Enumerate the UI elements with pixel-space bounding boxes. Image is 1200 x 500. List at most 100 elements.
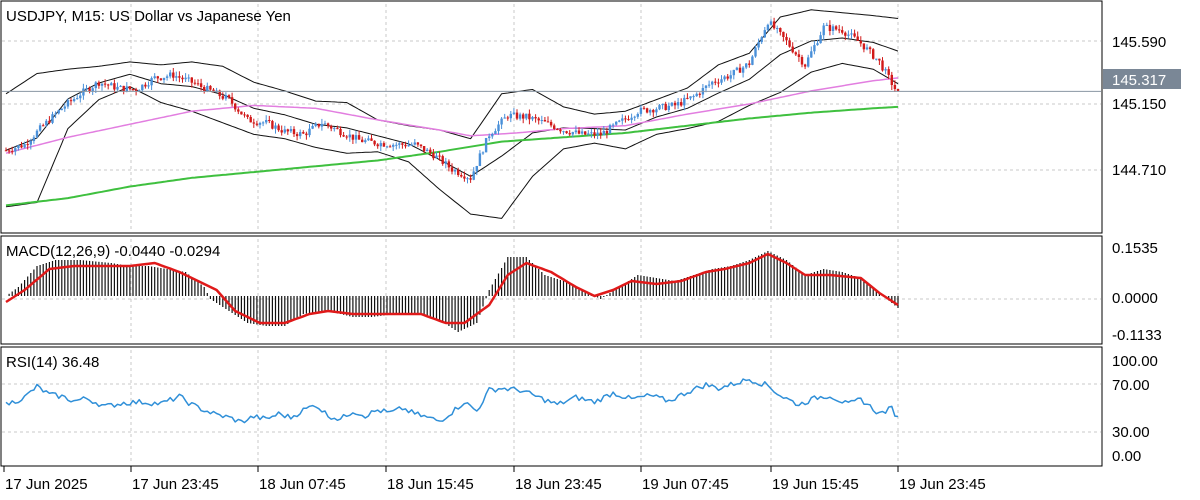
- candle-body: [776, 28, 779, 29]
- candle-body: [178, 76, 181, 78]
- candle-body: [580, 131, 584, 134]
- candle-body: [354, 135, 358, 140]
- candle-body: [125, 86, 128, 92]
- candle-body: [593, 132, 596, 136]
- price-tick-label: 144.710: [1112, 162, 1166, 179]
- candle-body: [872, 49, 875, 59]
- candle-body: [887, 69, 890, 75]
- candle-body: [559, 129, 562, 132]
- candle-body: [655, 109, 658, 113]
- candle-body: [317, 123, 320, 127]
- candle-body: [717, 82, 720, 84]
- candle-body: [35, 130, 39, 138]
- candle-body: [277, 125, 280, 131]
- axes-labels: 145.590 145.150 144.710 145.317 0.1535 0…: [1103, 34, 1181, 465]
- candle-body: [450, 167, 454, 172]
- candle-body: [540, 120, 543, 121]
- chart-canvas: USDJPY, M15: US Dollar vs Japanese Yen M…: [0, 0, 1181, 493]
- candle-body: [444, 161, 447, 164]
- candle-body: [670, 102, 674, 106]
- candle-body: [528, 113, 531, 120]
- candle-body: [162, 77, 166, 80]
- candle-body: [785, 37, 788, 41]
- candle-body: [676, 102, 680, 106]
- candle-body: [491, 134, 494, 137]
- candle-body: [766, 24, 770, 31]
- candle-body: [103, 83, 107, 85]
- candle-body: [429, 149, 432, 153]
- candle-body: [893, 85, 897, 89]
- candle-body: [469, 178, 472, 180]
- candle-body: [292, 129, 296, 135]
- candle-body: [512, 112, 516, 114]
- candle-body: [847, 34, 850, 36]
- candle-body: [361, 139, 364, 143]
- candle-body: [258, 123, 262, 125]
- candle-body: [169, 72, 172, 77]
- candle-body: [184, 77, 187, 80]
- time-tick-label: 18 Jun 23:45: [515, 476, 602, 493]
- rsi-label: RSI(14) 36.48: [6, 354, 99, 371]
- candle-body: [42, 125, 45, 127]
- candle-body: [38, 125, 42, 131]
- candle-body: [376, 144, 379, 147]
- candle-body: [240, 111, 243, 115]
- candle-body: [596, 132, 599, 136]
- candle-body: [577, 130, 581, 134]
- candle-body: [243, 114, 246, 116]
- candle-body: [636, 114, 639, 117]
- candle-body: [683, 97, 686, 106]
- candle-body: [141, 84, 144, 91]
- candle-body: [4, 150, 8, 152]
- candle-body: [165, 76, 169, 78]
- candle-body: [813, 45, 816, 52]
- candle-body: [224, 95, 228, 99]
- candle-body: [794, 52, 797, 55]
- candle-body: [79, 95, 82, 99]
- candle-body: [268, 120, 271, 121]
- candle-body: [20, 145, 23, 148]
- candle-body: [797, 54, 801, 57]
- candle-body: [587, 133, 590, 135]
- candle-body: [29, 141, 32, 145]
- candle-body: [825, 24, 828, 26]
- candle-body: [175, 76, 178, 78]
- candle-body: [413, 142, 416, 145]
- candle-body: [754, 47, 757, 57]
- candle-body: [14, 148, 17, 152]
- candle-body: [249, 117, 252, 123]
- time-tick-label: 17 Jun 2025: [5, 476, 88, 493]
- candle-body: [748, 63, 751, 65]
- candle-body: [51, 114, 54, 123]
- candle-body: [673, 102, 677, 106]
- candle-body: [426, 149, 429, 152]
- candle-body: [525, 113, 528, 119]
- macd-tick-label: 0.1535: [1112, 240, 1158, 257]
- candle-body: [878, 58, 881, 61]
- candle-body: [63, 106, 66, 109]
- candle-body: [252, 122, 255, 124]
- rsi-pane: [5, 378, 899, 424]
- candle-body: [772, 21, 776, 29]
- candle-body: [667, 105, 670, 110]
- candle-body: [807, 57, 810, 67]
- candle-body: [782, 31, 785, 37]
- candle-body: [345, 136, 348, 138]
- candle-body: [330, 126, 333, 129]
- rsi-tick-label: 30.00: [1112, 424, 1150, 441]
- time-tick-label: 18 Jun 15:45: [387, 476, 474, 493]
- candle-body: [94, 82, 97, 89]
- candle-body: [401, 143, 404, 145]
- candle-body: [621, 118, 624, 121]
- candle-body: [196, 83, 200, 85]
- candle-body: [800, 57, 804, 65]
- rsi-tick-label: 70.00: [1112, 377, 1150, 394]
- candle-body: [373, 140, 376, 145]
- candle-body: [478, 153, 482, 166]
- candle-body: [221, 96, 224, 99]
- candle-body: [729, 75, 732, 79]
- candle-body: [856, 36, 859, 41]
- candle-body: [45, 120, 48, 126]
- candle-body: [113, 83, 116, 90]
- candle-body: [757, 42, 760, 48]
